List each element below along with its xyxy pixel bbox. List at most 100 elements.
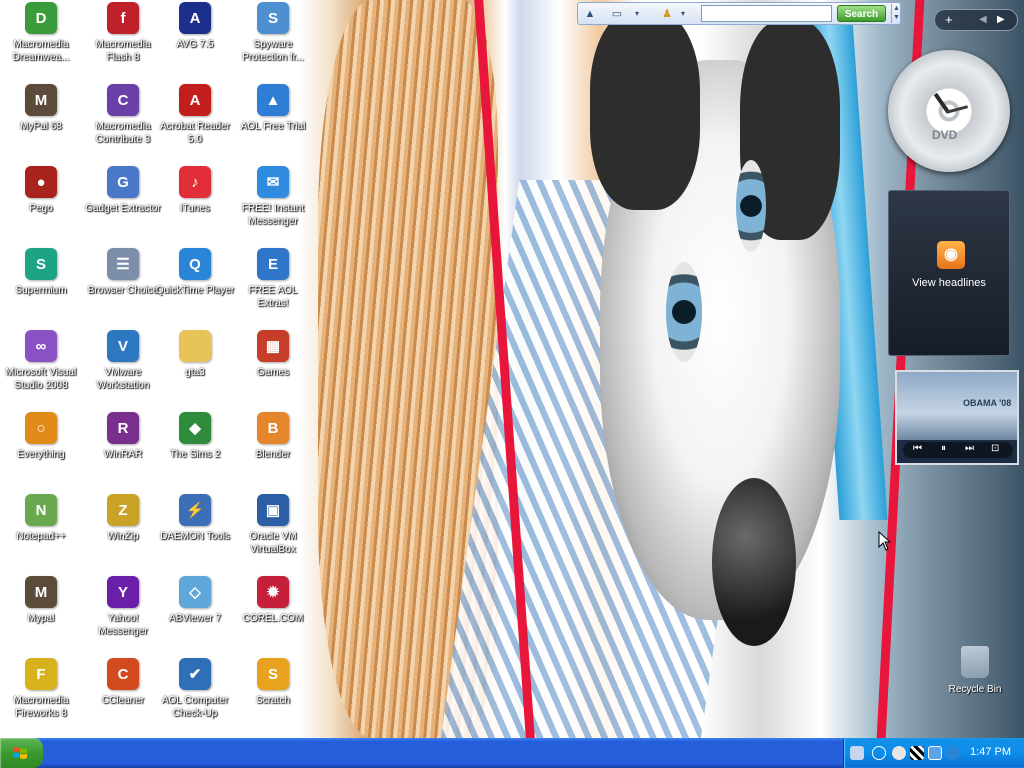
desktop-icon-ccleaner[interactable]: C CCleaner bbox=[82, 658, 164, 707]
desktop-icon-label: Yahoo! Messenger bbox=[98, 613, 148, 637]
desktop-icon-notepadpp[interactable]: N Notepad++ bbox=[0, 494, 82, 543]
desktop-icon-contribute3[interactable]: C Macromedia Contribute 3 bbox=[82, 84, 164, 146]
desktop-icon-label: COREL.COM bbox=[242, 613, 304, 624]
desktop-icon-winrar[interactable]: R WinRAR bbox=[82, 412, 164, 461]
taskbar: 1:47 PM bbox=[0, 738, 1024, 768]
chevron-down-icon[interactable]: ▾ bbox=[632, 6, 642, 22]
sidebar-next-icon[interactable]: ▶ bbox=[997, 14, 1005, 25]
desktop-icon-spyware[interactable]: S Spyware Protection fr... bbox=[232, 2, 314, 64]
slideshow-gadget[interactable]: OBAMA '08 ⏮ ⏸ ⏭ ⊡ bbox=[895, 370, 1019, 465]
games-icon: ▦ bbox=[257, 330, 289, 362]
desktop-icon-vs2008[interactable]: ∞ Microsoft Visual Studio 2008 bbox=[0, 330, 82, 392]
desktop-icon-itunes[interactable]: ♪ iTunes bbox=[154, 166, 236, 215]
desktop-icon-pego[interactable]: ● Pego bbox=[0, 166, 82, 215]
desktop-icon-label: Blender bbox=[255, 449, 291, 460]
aol-extras-icon: E bbox=[257, 248, 289, 280]
rss-feed-icon: ◉ bbox=[937, 241, 965, 269]
pause-icon[interactable]: ⏸ bbox=[941, 443, 946, 454]
desktop-icon-everything[interactable]: ○ Everything bbox=[0, 412, 82, 461]
recycle-bin[interactable]: Recycle Bin bbox=[942, 646, 1008, 695]
dvd-clock-hand-icon bbox=[945, 105, 969, 114]
corel-icon: ✹ bbox=[257, 576, 289, 608]
desktop-icon-mypal68[interactable]: M MyPal 68 bbox=[0, 84, 82, 133]
recycle-bin-icon bbox=[961, 646, 989, 678]
desktop-icon-aolfree[interactable]: ▲ AOL Free Trial bbox=[232, 84, 314, 133]
desktop-icon-browserchoice[interactable]: ☰ Browser Choice bbox=[82, 248, 164, 297]
previous-slide-icon[interactable]: ⏮ bbox=[913, 443, 922, 454]
view-headlines-link[interactable]: View headlines bbox=[889, 277, 1009, 289]
folder-icon bbox=[179, 330, 211, 362]
desktop-icon-quicktime[interactable]: Q QuickTime Player bbox=[154, 248, 236, 297]
wallpaper-dog-nose bbox=[712, 478, 796, 646]
news-headlines-gadget[interactable]: ◉ View headlines bbox=[888, 190, 1010, 356]
view-slide-icon[interactable]: ⊡ bbox=[991, 443, 999, 454]
desktop-icon-aolextras[interactable]: E FREE AOL Extras! bbox=[232, 248, 314, 310]
desktop-icon-label: The Sims 2 bbox=[169, 449, 221, 460]
aol-checkup-icon: ✔ bbox=[179, 658, 211, 690]
windows-logo-icon bbox=[13, 747, 27, 759]
flash-icon: f bbox=[107, 2, 139, 34]
desktop-icon-label: FREE! Instant Messenger bbox=[241, 203, 305, 227]
desktop-icon-gta3[interactable]: gta3 bbox=[154, 330, 236, 379]
desktop-icon-yahoo[interactable]: Y Yahoo! Messenger bbox=[82, 576, 164, 638]
toolbar-search-button[interactable]: Search bbox=[837, 5, 886, 22]
wallpaper-dog-dark-patch bbox=[590, 10, 700, 210]
taskbar-clock[interactable]: 1:47 PM bbox=[970, 746, 1011, 758]
chevron-down-icon[interactable]: ▾ bbox=[678, 6, 688, 22]
tray-quicktime-icon[interactable] bbox=[946, 746, 960, 760]
winzip-icon: Z bbox=[107, 494, 139, 526]
everything-search-icon: ○ bbox=[25, 412, 57, 444]
tray-smiley-icon[interactable] bbox=[892, 746, 906, 760]
add-gadget-icon[interactable]: + bbox=[945, 12, 953, 27]
tray-checker-icon[interactable] bbox=[910, 746, 924, 760]
toolbar-scroll-icon[interactable]: ▲ ▼ bbox=[891, 4, 901, 23]
desktop-icon-label: Acrobat Reader 5.0 bbox=[159, 121, 231, 145]
fireworks-icon: F bbox=[25, 658, 57, 690]
desktop-icon-vmware[interactable]: V VMware Workstation bbox=[82, 330, 164, 392]
dvd-gadget[interactable]: DVD bbox=[888, 50, 1010, 172]
toolbar-person-icon[interactable]: ♟ bbox=[658, 6, 676, 22]
desktop-icon-sims2[interactable]: ◆ The Sims 2 bbox=[154, 412, 236, 461]
desktop-icon-freeim[interactable]: ✉ FREE! Instant Messenger bbox=[232, 166, 314, 228]
desktop-icon-aolcheckup[interactable]: ✔ AOL Computer Check-Up bbox=[154, 658, 236, 720]
desktop-icon-virtualbox[interactable]: ▣ Oracle VM VirtualBox bbox=[232, 494, 314, 556]
desktop-icon-daemon[interactable]: ⚡ DAEMON Tools bbox=[154, 494, 236, 543]
desktop-icon-acrobat[interactable]: A Acrobat Reader 5.0 bbox=[154, 84, 236, 146]
tray-network-icon[interactable] bbox=[850, 746, 864, 760]
tray-messenger-icon[interactable] bbox=[928, 746, 942, 760]
desktop-icon-label: Scratch bbox=[256, 695, 290, 706]
blender-icon: B bbox=[257, 412, 289, 444]
desktop-icon-corel[interactable]: ✹ COREL.COM bbox=[232, 576, 314, 625]
desktop-icon-gadget[interactable]: G Gadget Extractor bbox=[82, 166, 164, 215]
virtualbox-icon: ▣ bbox=[257, 494, 289, 526]
pego-icon: ● bbox=[25, 166, 57, 198]
desktop-icon-blender[interactable]: B Blender bbox=[232, 412, 314, 461]
sidebar-previous-icon[interactable]: ◀ bbox=[979, 14, 987, 25]
instant-messenger-icon: ✉ bbox=[257, 166, 289, 198]
desktop-icon-flash8[interactable]: f Macromedia Flash 8 bbox=[82, 2, 164, 64]
spyware-icon: S bbox=[257, 2, 289, 34]
desktop-icon-label: CCleaner bbox=[101, 695, 145, 706]
itunes-icon: ♪ bbox=[179, 166, 211, 198]
desktop-icon-label: Macromedia Flash 8 bbox=[95, 39, 151, 63]
desktop-icon-games[interactable]: ▦ Games bbox=[232, 330, 314, 379]
desktop-icon-abviewer[interactable]: ◇ ABViewer 7 bbox=[154, 576, 236, 625]
dreamweaver-icon: D bbox=[25, 2, 57, 34]
toolbar-logo-icon[interactable]: ▲ bbox=[581, 6, 599, 22]
desktop-icon-label: AOL Computer Check-Up bbox=[161, 695, 229, 719]
toolbar-search-input[interactable] bbox=[701, 5, 832, 22]
toolbar-screen-icon[interactable]: ▭ bbox=[606, 6, 628, 22]
desktop-icon-winzip[interactable]: Z WinZip bbox=[82, 494, 164, 543]
winrar-icon: R bbox=[107, 412, 139, 444]
tray-clock-sync-icon[interactable] bbox=[872, 746, 886, 760]
desktop-icon-supermium[interactable]: S Supermium bbox=[0, 248, 82, 297]
contribute-icon: C bbox=[107, 84, 139, 116]
desktop-icon-scratch[interactable]: S Scratch bbox=[232, 658, 314, 707]
next-slide-icon[interactable]: ⏭ bbox=[965, 443, 974, 454]
desktop-icon-label: VMware Workstation bbox=[96, 367, 150, 391]
desktop-icon-dreamweaver[interactable]: D Macromedia Dreamwea... bbox=[0, 2, 82, 64]
start-button[interactable] bbox=[0, 738, 43, 768]
desktop-icon-mypal[interactable]: M Mypal bbox=[0, 576, 82, 625]
desktop-icon-avg[interactable]: A AVG 7.5 bbox=[154, 2, 236, 51]
desktop-icon-fireworks[interactable]: F Macromedia Fireworks 8 bbox=[0, 658, 82, 720]
